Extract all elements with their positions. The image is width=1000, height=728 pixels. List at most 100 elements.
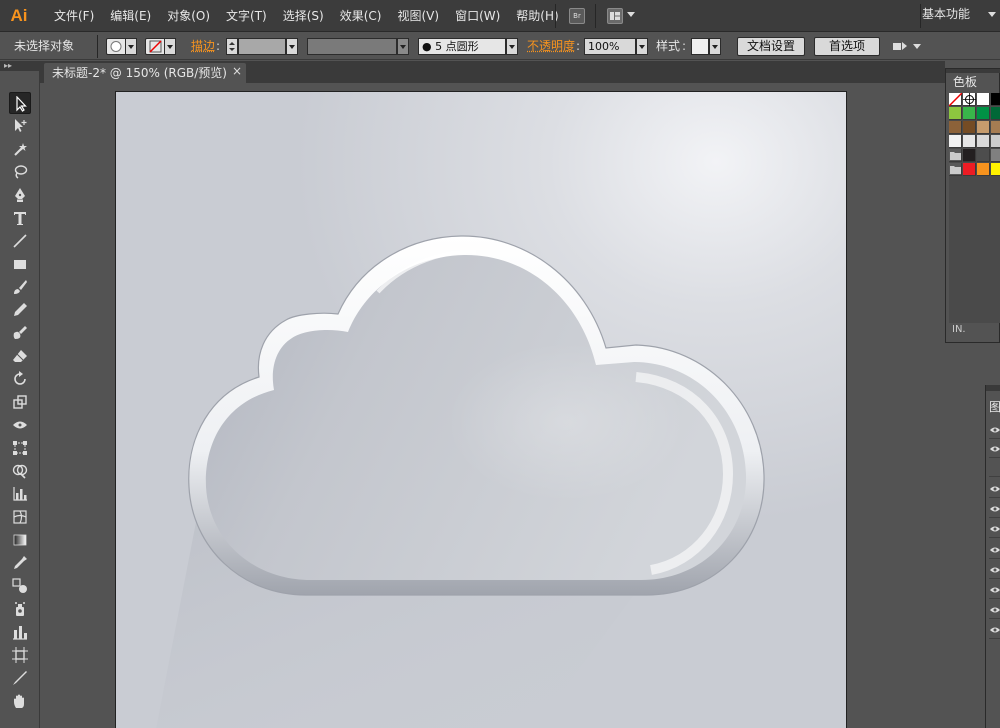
blend-tool-icon[interactable] [9,575,31,597]
width-tool-icon[interactable] [9,414,31,436]
eraser-tool-icon[interactable] [9,345,31,367]
visibility-eye-icon[interactable] [989,561,1000,579]
workspace-switcher[interactable]: 基本功能 [922,0,970,32]
arrange-objects-icon[interactable] [892,40,908,54]
swatch-registration[interactable] [963,93,976,106]
visibility-eye-icon[interactable] [989,601,1000,619]
swatch-color[interactable] [949,135,962,148]
shape-builder-tool-icon[interactable] [9,460,31,482]
visibility-eye-icon[interactable] [989,440,1000,458]
direct-selection-tool-icon[interactable] [9,115,31,137]
bridge-button[interactable]: Br [569,8,585,24]
selection-tool-icon[interactable] [9,92,31,114]
menu-effect[interactable]: 效果(C) [332,0,390,32]
magic-wand-tool-icon[interactable] [9,138,31,160]
swatch-color[interactable] [991,107,1000,120]
stroke-weight-dropdown[interactable] [286,38,298,55]
menu-select[interactable]: 选择(S) [275,0,332,32]
cloud-artwork[interactable] [116,92,847,728]
graph-tool-icon[interactable] [9,483,31,505]
paintbrush-tool-icon[interactable] [9,276,31,298]
free-transform-tool-icon[interactable] [9,437,31,459]
stroke-weight-input[interactable] [238,38,286,55]
swatch-folder-icon[interactable] [949,149,962,162]
style-dropdown[interactable] [709,38,721,55]
visibility-eye-icon[interactable] [989,520,1000,538]
visibility-eye-icon[interactable] [989,480,1000,498]
arrange-dropdown-icon[interactable] [627,12,635,17]
swatch-color[interactable] [991,121,1000,134]
swatch-color[interactable] [977,121,990,134]
swatch-color[interactable] [963,107,976,120]
mesh-tool-icon[interactable] [9,506,31,528]
variable-width-profile[interactable] [307,38,397,55]
menu-edit[interactable]: 编辑(E) [102,0,159,32]
swatch-color[interactable] [963,149,976,162]
rotate-tool-icon[interactable] [9,368,31,390]
menu-type[interactable]: 文字(T) [218,0,275,32]
visibility-eye-icon[interactable] [989,621,1000,639]
swatch-color[interactable] [963,121,976,134]
swatch-color[interactable] [949,107,962,120]
swatch-color[interactable] [977,163,990,176]
pen-tool-icon[interactable] [9,184,31,206]
menu-file[interactable]: 文件(F) [46,0,102,32]
opacity-label[interactable]: 不透明度 [527,33,575,60]
arrange-documents-icon[interactable] [607,8,623,24]
scale-tool-icon[interactable] [9,391,31,413]
swatch-color[interactable] [991,163,1000,176]
type-tool-icon[interactable] [9,207,31,229]
graphic-style-swatch[interactable] [691,38,709,55]
profile-dropdown[interactable] [397,38,409,55]
stroke-weight-stepper[interactable] [226,38,238,55]
control-menu-dropdown-icon[interactable] [913,44,921,49]
swatch-color[interactable] [991,149,1000,162]
slice-tool-icon[interactable] [9,667,31,689]
swatch-color[interactable] [977,135,990,148]
swatch-black[interactable] [991,93,1000,106]
pencil-tool-icon[interactable] [9,299,31,321]
layers-panel-header[interactable] [986,385,1000,391]
gradient-tool-icon[interactable] [9,529,31,551]
swatch-none[interactable] [948,92,963,107]
stroke-dropdown[interactable] [164,38,176,55]
stroke-label[interactable]: 描边 [191,33,215,60]
rectangle-tool-icon[interactable] [9,253,31,275]
swatch-color[interactable] [977,107,990,120]
menu-object[interactable]: 对象(O) [159,0,218,32]
document-setup-button[interactable]: 文档设置 [737,37,805,56]
swatch-color[interactable] [991,135,1000,148]
hand-tool-icon[interactable] [9,690,31,712]
swatch-libraries-menu-icon[interactable]: IN. [946,319,1000,341]
menu-view[interactable]: 视图(V) [389,0,447,32]
menu-window[interactable]: 窗口(W) [447,0,508,32]
artboard[interactable] [115,91,847,728]
opacity-input[interactable]: 100% [584,38,636,55]
fill-dropdown[interactable] [125,38,137,55]
swatch-color[interactable] [963,163,976,176]
preferences-button[interactable]: 首选项 [814,37,880,56]
swatches-tab[interactable]: 色板 [948,73,992,91]
blob-brush-tool-icon[interactable] [9,322,31,344]
lasso-tool-icon[interactable] [9,161,31,183]
visibility-eye-icon[interactable] [989,541,1000,559]
swatch-white[interactable] [977,93,990,106]
visibility-eye-icon[interactable] [989,421,1000,439]
brush-definition[interactable]: ● 5 点圆形 [418,38,506,55]
brush-dropdown[interactable] [506,38,518,55]
symbol-sprayer-tool-icon[interactable] [9,598,31,620]
visibility-eye-icon[interactable] [989,581,1000,599]
swatch-color[interactable] [949,121,962,134]
swatch-color[interactable] [977,149,990,162]
column-graph-tool-icon[interactable] [9,621,31,643]
line-segment-tool-icon[interactable] [9,230,31,252]
tools-panel-header[interactable]: ▸▸ [0,61,40,71]
close-tab-icon[interactable]: × [232,63,242,79]
artboard-tool-icon[interactable] [9,644,31,666]
eyedropper-tool-icon[interactable] [9,552,31,574]
menu-help[interactable]: 帮助(H) [508,0,566,32]
swatch-color[interactable] [963,135,976,148]
layers-tab[interactable]: 图 [989,399,1000,415]
swatch-folder-icon[interactable] [949,163,962,176]
workspace-dropdown-icon[interactable] [988,12,996,17]
